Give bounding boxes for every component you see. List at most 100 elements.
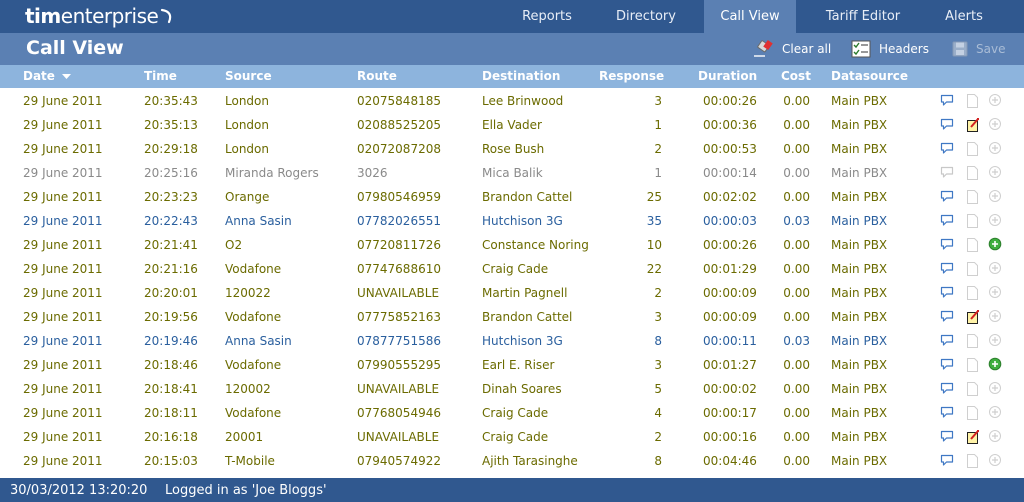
nav-tab-call-view[interactable]: Call View bbox=[704, 0, 796, 33]
table-row[interactable]: 29 June 2011 20:18:11 Vodafone 07768054946 C… bbox=[0, 401, 1024, 425]
table-header-row: Date Time Source Route Destination Respo… bbox=[0, 65, 1024, 88]
add-icon[interactable] bbox=[988, 381, 1002, 397]
note-icon[interactable] bbox=[966, 141, 980, 157]
logo-regular-text: enterprise bbox=[60, 4, 159, 28]
table-row[interactable]: 29 June 2011 20:18:46 Vodafone 07990555295 E… bbox=[0, 353, 1024, 377]
cell-date: 29 June 2011 bbox=[23, 382, 103, 396]
table-row[interactable]: 29 June 2011 20:23:23 Orange 07980546959 Bra… bbox=[0, 185, 1024, 209]
table-row[interactable]: 29 June 2011 20:19:46 Anna Sasin 0787775158… bbox=[0, 329, 1024, 353]
comment-icon[interactable] bbox=[940, 141, 954, 157]
comment-icon[interactable] bbox=[940, 285, 954, 301]
table-row[interactable]: 29 June 2011 20:22:43 Anna Sasin 0778202655… bbox=[0, 209, 1024, 233]
note-icon[interactable] bbox=[966, 453, 980, 469]
comment-icon[interactable] bbox=[940, 309, 954, 325]
note-icon[interactable] bbox=[966, 189, 980, 205]
cell-cost: 0.00 bbox=[783, 454, 810, 468]
cell-time: 20:21:41 bbox=[144, 238, 198, 252]
comment-icon[interactable] bbox=[940, 213, 954, 229]
table-row[interactable]: 29 June 2011 20:35:43 London 02075848185 Lee… bbox=[0, 89, 1024, 113]
table-row[interactable]: 29 June 2011 20:21:16 Vodafone 07747688610 C… bbox=[0, 257, 1024, 281]
comment-icon[interactable] bbox=[940, 165, 954, 181]
column-header-route[interactable]: Route bbox=[357, 69, 397, 83]
table-row[interactable]: 29 June 2011 20:18:41 120002 UNAVAILABLE Din… bbox=[0, 377, 1024, 401]
table-row[interactable]: 29 June 2011 20:16:18 20001 UNAVAILABLE Crai… bbox=[0, 425, 1024, 449]
note-icon[interactable] bbox=[966, 357, 980, 373]
clear-all-button[interactable]: Clear all bbox=[752, 39, 831, 59]
cell-datasource: Main PBX bbox=[831, 238, 888, 252]
table-row[interactable]: 29 June 2011 20:21:41 O2 07720811726 Constan… bbox=[0, 233, 1024, 257]
comment-icon[interactable] bbox=[940, 453, 954, 469]
note-icon[interactable] bbox=[966, 213, 980, 229]
cell-duration: 00:00:26 bbox=[703, 238, 757, 252]
nav-tab-reports[interactable]: Reports bbox=[505, 0, 589, 33]
add-icon[interactable] bbox=[988, 285, 1002, 301]
add-icon[interactable] bbox=[988, 93, 1002, 109]
save-button[interactable]: Save bbox=[952, 39, 1005, 59]
add-icon[interactable] bbox=[988, 237, 1002, 253]
comment-icon[interactable] bbox=[940, 261, 954, 277]
add-icon[interactable] bbox=[988, 165, 1002, 181]
note-icon[interactable] bbox=[966, 381, 980, 397]
comment-icon[interactable] bbox=[940, 237, 954, 253]
add-icon[interactable] bbox=[988, 117, 1002, 133]
note-icon[interactable] bbox=[966, 333, 980, 349]
nav-tab-directory[interactable]: Directory bbox=[599, 0, 693, 33]
app-logo[interactable]: tim enterprise bbox=[25, 2, 178, 30]
column-header-source[interactable]: Source bbox=[225, 69, 272, 83]
note-icon[interactable] bbox=[966, 237, 980, 253]
cell-cost: 0.00 bbox=[783, 430, 810, 444]
note-icon[interactable] bbox=[966, 261, 980, 277]
column-header-datasource[interactable]: Datasource bbox=[831, 69, 908, 83]
column-header-cost[interactable]: Cost bbox=[781, 69, 811, 83]
table-row[interactable]: 29 June 2011 20:20:01 120022 UNAVAILABLE Mar… bbox=[0, 281, 1024, 305]
comment-icon[interactable] bbox=[940, 357, 954, 373]
cell-source: Vodafone bbox=[225, 262, 282, 276]
comment-icon[interactable] bbox=[940, 405, 954, 421]
table-row[interactable]: 29 June 2011 20:25:16 Miranda Rogers 3026 Mi… bbox=[0, 161, 1024, 185]
call-table-body: 29 June 2011 20:35:43 London 02075848185 Lee… bbox=[0, 89, 1024, 473]
note-icon[interactable] bbox=[966, 165, 980, 181]
cell-destination: Martin Pagnell bbox=[482, 286, 568, 300]
add-icon[interactable] bbox=[988, 333, 1002, 349]
cell-route: 07877751586 bbox=[357, 334, 441, 348]
note-icon[interactable] bbox=[966, 117, 980, 133]
add-icon[interactable] bbox=[988, 189, 1002, 205]
column-header-time[interactable]: Time bbox=[144, 69, 177, 83]
note-icon[interactable] bbox=[966, 309, 980, 325]
note-icon[interactable] bbox=[966, 285, 980, 301]
comment-icon[interactable] bbox=[940, 429, 954, 445]
column-header-date[interactable]: Date bbox=[23, 69, 72, 83]
table-row[interactable]: 29 June 2011 20:35:13 London 02088525205 Ell… bbox=[0, 113, 1024, 137]
comment-icon[interactable] bbox=[940, 333, 954, 349]
comment-icon[interactable] bbox=[940, 381, 954, 397]
table-row[interactable]: 29 June 2011 20:15:03 T-Mobile 07940574922 A… bbox=[0, 449, 1024, 473]
add-icon[interactable] bbox=[988, 213, 1002, 229]
nav-tab-tariff-editor[interactable]: Tariff Editor bbox=[809, 0, 917, 33]
note-icon[interactable] bbox=[966, 405, 980, 421]
table-row[interactable]: 29 June 2011 20:29:18 London 02072087208 Ros… bbox=[0, 137, 1024, 161]
column-header-destination[interactable]: Destination bbox=[482, 69, 560, 83]
status-datetime: 30/03/2012 13:20:20 bbox=[10, 483, 148, 498]
add-icon[interactable] bbox=[988, 429, 1002, 445]
comment-icon[interactable] bbox=[940, 189, 954, 205]
nav-tab-alerts[interactable]: Alerts bbox=[931, 0, 997, 33]
add-icon[interactable] bbox=[988, 357, 1002, 373]
cell-route: 02075848185 bbox=[357, 94, 441, 108]
cell-source: Vodafone bbox=[225, 310, 282, 324]
headers-button[interactable]: Headers bbox=[851, 39, 929, 59]
add-icon[interactable] bbox=[988, 405, 1002, 421]
cell-cost: 0.00 bbox=[783, 382, 810, 396]
add-icon[interactable] bbox=[988, 453, 1002, 469]
note-icon[interactable] bbox=[966, 429, 980, 445]
note-icon[interactable] bbox=[966, 93, 980, 109]
comment-icon[interactable] bbox=[940, 93, 954, 109]
table-row[interactable]: 29 June 2011 20:19:56 Vodafone 07775852163 B… bbox=[0, 305, 1024, 329]
comment-icon[interactable] bbox=[940, 117, 954, 133]
add-icon[interactable] bbox=[988, 141, 1002, 157]
column-header-duration[interactable]: Duration bbox=[698, 69, 757, 83]
add-icon[interactable] bbox=[988, 309, 1002, 325]
column-header-response[interactable]: Response bbox=[599, 69, 664, 83]
add-icon[interactable] bbox=[988, 261, 1002, 277]
cell-source: Anna Sasin bbox=[225, 334, 292, 348]
cell-duration: 00:01:29 bbox=[703, 262, 757, 276]
